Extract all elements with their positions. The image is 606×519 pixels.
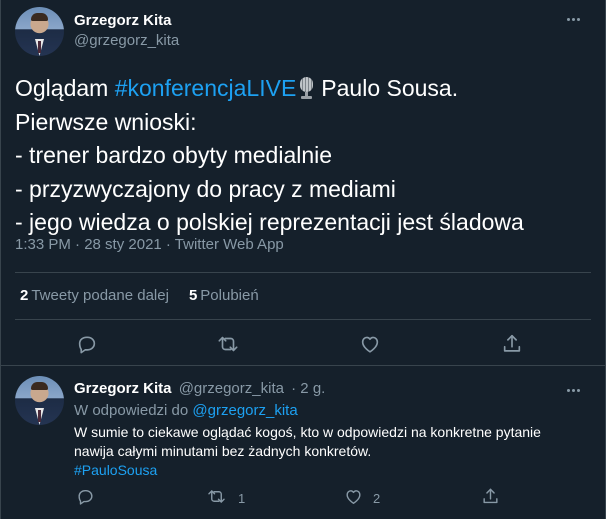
- likes-count: 5: [188, 287, 198, 304]
- reply-author-name[interactable]: Grzegorz Kita: [74, 380, 172, 397]
- reply-header: Grzegorz Kita @grzegorz_kita · 2 g.: [74, 380, 325, 397]
- likes-label: Polubień: [200, 287, 259, 304]
- hashtag-link[interactable]: #konferencjaLIVE: [115, 75, 297, 101]
- reply-like-count: 2: [373, 491, 381, 506]
- divider: [15, 272, 591, 273]
- in-reply-handle-link[interactable]: @grzegorz_kita: [192, 402, 297, 419]
- reply-text-line: nawija całymi minutami bez żadnych konkr…: [74, 443, 372, 459]
- like-icon[interactable]: [344, 487, 363, 511]
- microphone-icon: [298, 77, 315, 99]
- avatar[interactable]: [15, 376, 64, 425]
- reply-retweet-count: 1: [238, 491, 246, 506]
- reply-tweet[interactable]: Grzegorz Kita @grzegorz_kita · 2 g. W od…: [0, 366, 606, 519]
- tweet-text: Oglądam #konferencjaLIVE Paulo Sousa. Pie…: [15, 72, 595, 240]
- divider: [15, 319, 591, 320]
- tweet-text-body: Pierwsze wnioski: - trener bardzo obyty …: [15, 108, 524, 236]
- like-icon[interactable]: [359, 333, 381, 360]
- tweet-text-intro: Oglądam: [15, 75, 115, 101]
- retweets-count: 2: [20, 287, 29, 304]
- in-reply-to: W odpowiedzi do @grzegorz_kita: [74, 402, 298, 419]
- tweet-meta[interactable]: 1:33 PM · 28 sty 2021 · Twitter Web App: [15, 236, 284, 253]
- tweet-text-subject: Paulo Sousa.: [321, 75, 459, 101]
- share-icon[interactable]: [501, 333, 523, 360]
- reply-author-handle[interactable]: @grzegorz_kita: [179, 380, 284, 397]
- main-tweet: Grzegorz Kita @grzegorz_kita Oglądam #ko…: [0, 0, 606, 366]
- tweet-stats: 2 Tweety podane dalej 5 Polubień: [20, 287, 259, 304]
- more-icon[interactable]: [563, 9, 583, 29]
- reply-icon[interactable]: [76, 333, 98, 360]
- author-name[interactable]: Grzegorz Kita: [74, 12, 172, 29]
- more-icon[interactable]: [563, 380, 583, 400]
- reply-text: W sumie to ciekawe oglądać kogoś, kto w …: [74, 423, 594, 480]
- retweet-icon[interactable]: [207, 487, 226, 511]
- retweets-stat[interactable]: 2 Tweety podane dalej: [20, 287, 169, 304]
- reply-text-line: W sumie to ciekawe oglądać kogoś, kto w …: [74, 424, 541, 440]
- author-handle[interactable]: @grzegorz_kita: [74, 32, 179, 49]
- avatar[interactable]: [15, 7, 64, 56]
- retweets-label: Tweety podane dalej: [31, 287, 169, 304]
- reply-icon[interactable]: [76, 487, 95, 511]
- likes-stat[interactable]: 5 Polubień: [189, 287, 259, 304]
- reply-hashtag-link[interactable]: #PauloSousa: [74, 461, 594, 480]
- reply-time[interactable]: · 2 g.: [291, 380, 325, 397]
- share-icon[interactable]: [481, 487, 500, 511]
- in-reply-prefix: W odpowiedzi do: [74, 402, 189, 419]
- retweet-icon[interactable]: [217, 333, 239, 360]
